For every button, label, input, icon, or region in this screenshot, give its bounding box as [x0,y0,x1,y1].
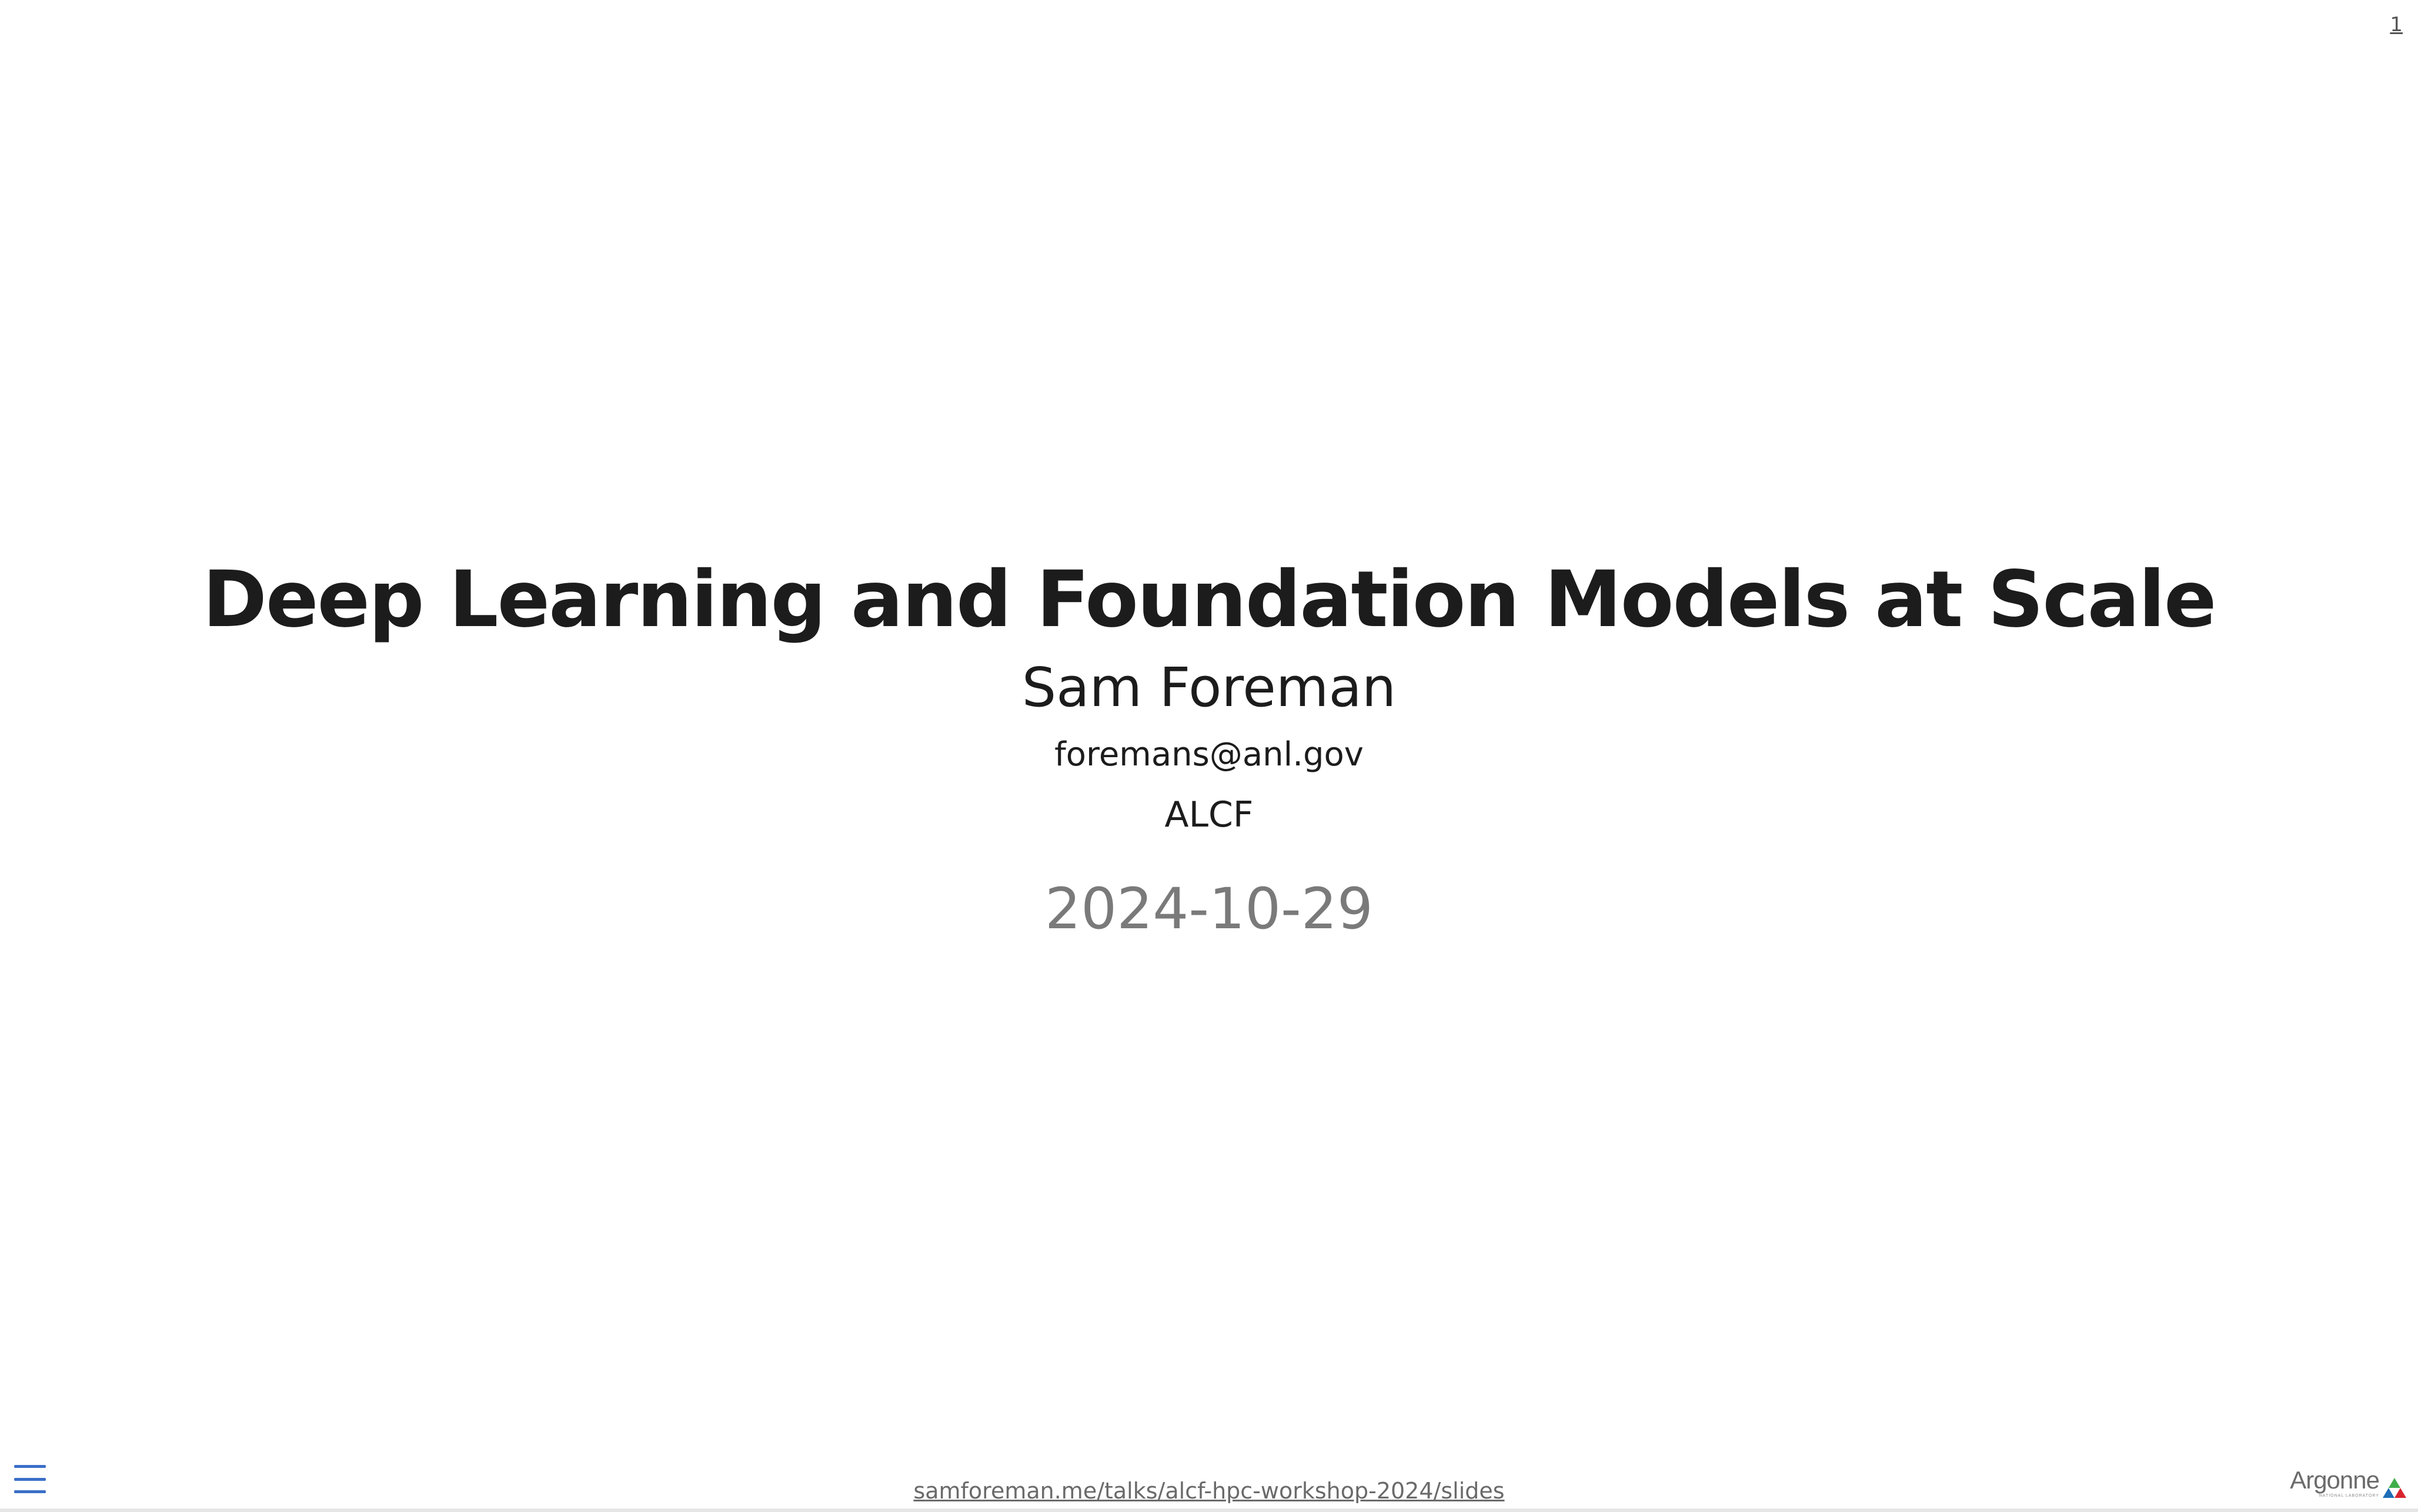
author-email: foremans@anl.gov [1054,735,1364,774]
slide-title: Deep Learning and Foundation Models at S… [202,554,2216,645]
author-affiliation: ALCF [1164,794,1254,835]
footer: samforeman.me/talks/alcf-hpc-workshop-20… [0,1478,2418,1504]
slide: 1 Deep Learning and Foundation Models at… [0,0,2418,1512]
argonne-triangle-icon [2383,1478,2406,1498]
slide-date: 2024-10-29 [1045,876,1373,942]
slide-number-link[interactable]: 1 [2390,13,2403,36]
logo-word: Argonne [2290,1466,2380,1494]
author-name: Sam Foreman [1021,656,1397,719]
logo-text: Argonne NATIONAL LABORATORY [2290,1466,2380,1499]
footer-url-link[interactable]: samforeman.me/talks/alcf-hpc-workshop-20… [913,1478,1504,1504]
title-block: Deep Learning and Foundation Models at S… [0,547,2418,944]
bottom-rule [0,1508,2418,1512]
argonne-logo: Argonne NATIONAL LABORATORY [2290,1467,2406,1499]
menu-bar-top [14,1465,46,1468]
logo-subtitle: NATIONAL LABORATORY [2319,1494,2379,1498]
